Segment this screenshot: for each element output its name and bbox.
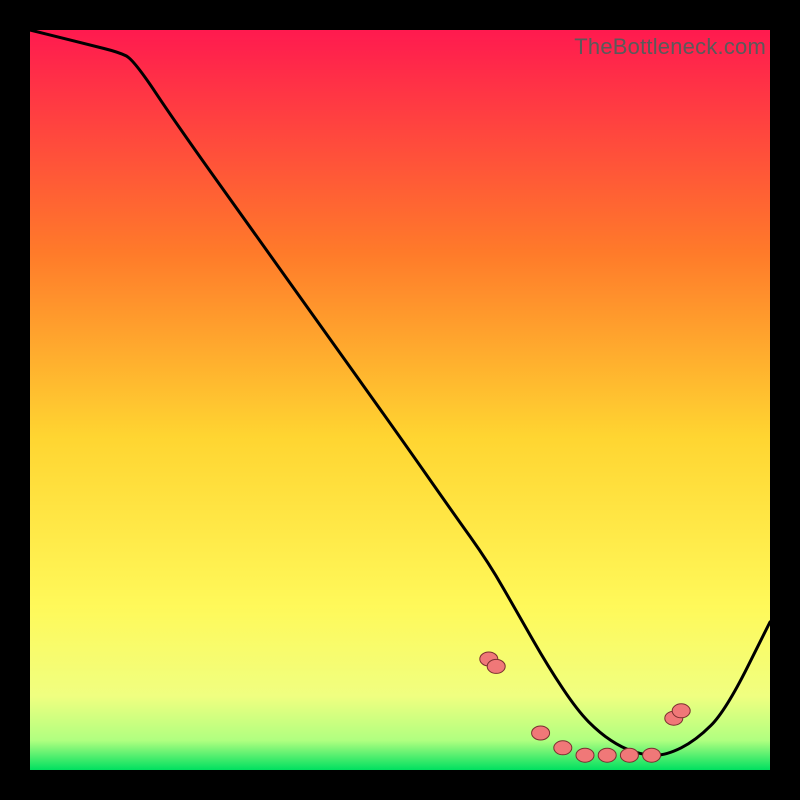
watermark-text: TheBottleneck.com — [574, 34, 766, 60]
data-point-dot — [672, 704, 690, 718]
data-point-dot — [643, 748, 661, 762]
data-point-dot — [554, 741, 572, 755]
plot-area: TheBottleneck.com — [30, 30, 770, 770]
bottleneck-curve — [30, 30, 770, 770]
chart-frame: { "watermark": "TheBottleneck.com", "col… — [0, 0, 800, 800]
data-point-dot — [576, 748, 594, 762]
data-point-dot — [620, 748, 638, 762]
data-point-dot — [532, 726, 550, 740]
data-point-dot — [598, 748, 616, 762]
data-point-dot — [487, 659, 505, 673]
